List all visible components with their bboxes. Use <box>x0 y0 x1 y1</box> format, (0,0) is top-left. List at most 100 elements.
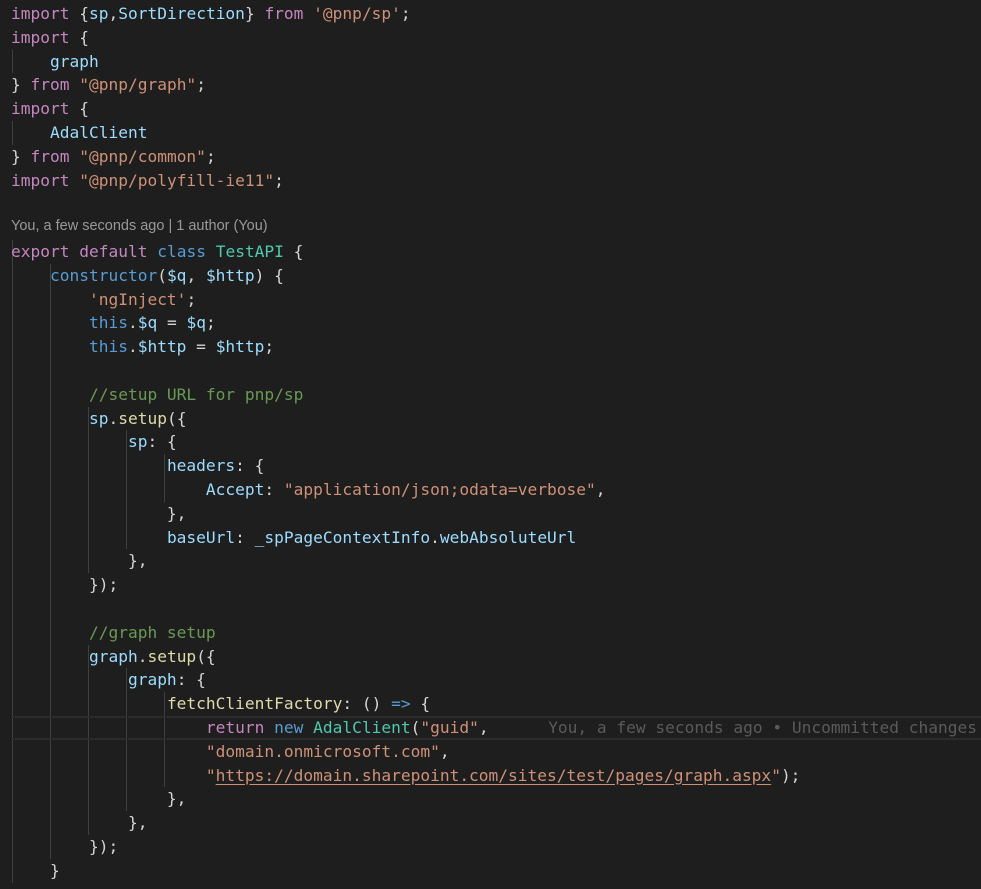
code-token: ; <box>264 337 275 357</box>
code-line[interactable] <box>11 597 981 621</box>
code-line[interactable]: 'ngInject'; <box>11 288 981 312</box>
git-blame-annotation: You, a few seconds ago • Uncommitted cha… <box>548 718 977 737</box>
code-token: ({ <box>196 646 216 666</box>
code-line[interactable]: graph <box>11 50 981 74</box>
code-line[interactable]: }); <box>11 835 981 859</box>
code-line[interactable]: this.$q = $q; <box>11 311 981 335</box>
code-token: sp <box>88 408 109 428</box>
code-line[interactable]: import { <box>11 97 981 121</box>
code-token: "@pnp/graph" <box>79 75 197 95</box>
code-line[interactable]: } from "@pnp/graph"; <box>11 73 981 97</box>
code-token: AdalClient <box>49 123 148 142</box>
code-token: return <box>205 718 265 737</box>
code-token: this <box>88 313 128 333</box>
code-token: { <box>69 99 89 119</box>
code-token: , <box>595 480 606 499</box>
code-token: ; <box>205 146 216 166</box>
code-token: }); <box>11 575 119 595</box>
code-line[interactable]: import {sp,SortDirection} from '@pnp/sp'… <box>11 2 981 26</box>
code-token: //graph setup <box>88 622 216 642</box>
code-line[interactable]: baseUrl: _spPageContextInfo.webAbsoluteU… <box>11 526 981 550</box>
code-token: setup <box>147 646 197 666</box>
code-token: " <box>771 765 781 785</box>
code-token: }, <box>11 503 187 523</box>
code-line[interactable]: "https://domain.sharepoint.com/sites/tes… <box>11 764 981 788</box>
code-token: } <box>11 146 31 166</box>
code-line[interactable]: graph.setup({ <box>11 645 981 669</box>
code-token: export <box>11 242 70 261</box>
code-token: from <box>30 146 70 166</box>
code-token: SortDirection <box>118 4 245 23</box>
code-line[interactable]: }, <box>11 549 981 573</box>
code-line[interactable]: fetchClientFactory: () => { <box>11 692 981 716</box>
code-line[interactable]: //graph setup <box>11 621 981 645</box>
code-token: { <box>69 4 89 23</box>
code-token: $q <box>137 313 158 333</box>
code-token: https://domain.sharepoint.com/sites/test… <box>215 765 772 785</box>
code-line[interactable] <box>11 359 981 383</box>
code-token: import <box>11 27 70 47</box>
code-token: ( <box>157 265 167 285</box>
code-token: $http <box>215 337 265 357</box>
code-line[interactable]: sp: { <box>11 430 981 454</box>
code-token: { <box>283 242 304 261</box>
code-token: default <box>79 242 148 261</box>
code-line[interactable]: }, <box>11 811 981 835</box>
code-line[interactable]: }); <box>11 573 981 597</box>
code-line[interactable]: }, <box>11 787 981 811</box>
code-token: , <box>186 265 206 285</box>
code-token: $q <box>166 265 187 285</box>
code-line[interactable]: } from "@pnp/common"; <box>11 145 981 169</box>
code-line[interactable]: import "@pnp/polyfill-ie11"; <box>11 169 981 193</box>
code-line[interactable]: import { <box>11 26 981 50</box>
code-token: : { <box>147 432 177 452</box>
code-editor[interactable]: import {sp,SortDirection} from '@pnp/sp'… <box>0 0 981 889</box>
code-token: AdalClient <box>313 718 411 737</box>
code-token: sp <box>127 432 148 452</box>
code-line[interactable]: graph: { <box>11 668 981 692</box>
code-token: ; <box>274 170 284 190</box>
code-token: graph <box>49 51 99 71</box>
code-line[interactable]: AdalClient <box>11 121 981 145</box>
code-line[interactable]: constructor($q, $http) { <box>11 264 981 288</box>
code-token: class <box>157 242 206 261</box>
code-line[interactable]: export default class TestAPI { <box>11 240 981 264</box>
code-line[interactable]: Accept: "application/json;odata=verbose"… <box>11 478 981 502</box>
code-token: ({ <box>166 408 187 428</box>
code-token: . <box>127 337 138 357</box>
code-token: import <box>11 4 70 23</box>
code-token: ; <box>400 4 411 23</box>
code-line[interactable]: "domain.onmicrosoft.com", <box>11 740 981 764</box>
code-token: $http <box>205 265 255 285</box>
code-token: this <box>88 337 128 357</box>
code-line[interactable]: return new AdalClient("guid", You, a few … <box>11 716 981 740</box>
code-token: ; <box>205 313 216 333</box>
code-line[interactable]: //setup URL for pnp/sp <box>11 383 981 407</box>
code-line[interactable]: } <box>11 859 981 883</box>
code-line[interactable]: }, <box>11 502 981 526</box>
code-line[interactable]: sp.setup({ <box>11 407 981 431</box>
code-token: = <box>157 313 187 333</box>
code-token: ; <box>196 75 206 95</box>
code-token: from <box>30 75 70 95</box>
code-line[interactable]: this.$http = $http; <box>11 335 981 359</box>
codelens-author[interactable]: You, a few seconds ago | 1 author (You) <box>11 218 268 234</box>
code-line[interactable]: headers: { <box>11 454 981 478</box>
code-token: sp <box>88 4 109 23</box>
code-token: }, <box>11 789 187 809</box>
